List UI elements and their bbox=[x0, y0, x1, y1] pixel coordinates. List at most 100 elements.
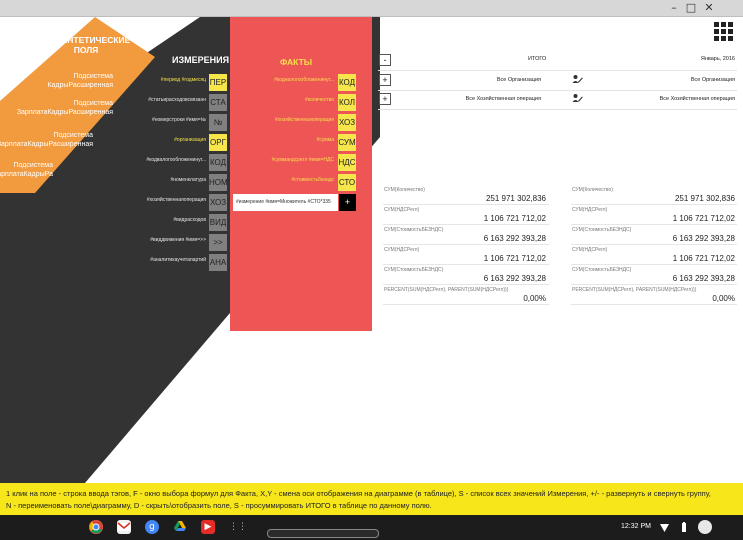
column-label: Январь, 2016 bbox=[700, 56, 735, 62]
dimension-label[interactable]: #виддвижения #имя=>> bbox=[150, 237, 206, 243]
cell-formula-label: PERCENT(SUM(НДСРегл), PARENT(SUM(НДСРегл… bbox=[384, 287, 509, 293]
dimension-tag[interactable]: ПЕР bbox=[209, 74, 227, 91]
cell-divider bbox=[571, 204, 737, 205]
fact-tag[interactable]: КОД bbox=[338, 74, 356, 91]
cell-value[interactable]: 1 106 721 712,02 bbox=[673, 214, 735, 223]
dimension-label[interactable]: #видрасходов bbox=[173, 217, 206, 223]
cell-formula-label: СУМ(Количество) bbox=[572, 187, 613, 193]
dimension-tag[interactable]: НОМ bbox=[209, 174, 228, 191]
fact-label[interactable]: #стоимостьбезндс bbox=[291, 177, 334, 183]
dimension-tag[interactable]: ХОЗ bbox=[209, 194, 227, 211]
add-formula-button[interactable]: + bbox=[339, 194, 356, 211]
dimension-tag[interactable]: ВИД bbox=[209, 214, 227, 231]
minimize-icon[interactable]: – bbox=[666, 1, 682, 15]
cell-divider bbox=[571, 244, 737, 245]
cell-value[interactable]: 251 971 302,836 bbox=[675, 194, 735, 203]
dimension-tag[interactable]: >> bbox=[209, 234, 227, 251]
google-search-icon[interactable]: g bbox=[145, 520, 159, 534]
fact-tag[interactable]: ХОЗ bbox=[338, 114, 356, 131]
youtube-icon[interactable]: ▶ bbox=[201, 520, 215, 534]
dimension-label[interactable]: #хозяйственнаяоперация bbox=[147, 197, 206, 203]
cell-divider bbox=[383, 204, 549, 205]
formula-input[interactable]: #измерение #имя=Множитель #СТО*335 bbox=[233, 194, 338, 211]
battery-icon[interactable] bbox=[682, 522, 686, 532]
dimension-label[interactable]: #номенклатура bbox=[171, 177, 207, 183]
help-bar: 1 клик на поле - строка ввода тэгов, F -… bbox=[0, 483, 743, 515]
expand-button[interactable]: + bbox=[379, 93, 391, 105]
cell-formula-label: PERCENT(SUM(НДСРегл), PARENT(SUM(НДСРегл… bbox=[572, 287, 697, 293]
synthetic-field-item[interactable]: Подсистема КадрыРасширенная bbox=[23, 73, 113, 90]
cell-value[interactable]: 1 106 721 712,02 bbox=[673, 254, 735, 263]
row-label: ИТОГО bbox=[528, 56, 547, 62]
dimension-label[interactable]: #кодвалогообложенинуг... bbox=[146, 157, 206, 163]
fact-label[interactable]: #сумма bbox=[317, 137, 334, 143]
edit-filter-icon[interactable] bbox=[572, 93, 583, 104]
column-label: Все Организация bbox=[690, 77, 735, 83]
wifi-icon[interactable] bbox=[660, 524, 669, 532]
cell-value[interactable]: 6 163 292 393,28 bbox=[484, 234, 546, 243]
avatar[interactable] bbox=[698, 520, 712, 534]
table-row: + Все Хозяйственная операция Все Хозяйст… bbox=[378, 90, 737, 110]
app-canvas: СИНТЕТИЧЕСКИЕ ПОЛЯ Подсистема КадрыРасши… bbox=[0, 17, 743, 483]
cell-value[interactable]: 6 163 292 393,28 bbox=[673, 274, 735, 283]
help-text-line: 1 клик на поле - строка ввода тэгов, F -… bbox=[6, 489, 711, 498]
fact-label[interactable]: #хозяйственнаяоперация bbox=[275, 117, 334, 123]
help-text-line: N - переименовать поле\диаграмму, D - ск… bbox=[6, 501, 432, 510]
cell-formula-label: СУМ(СтоимостьБЕЗНДС) bbox=[384, 267, 444, 273]
synthetic-field-item[interactable]: Подсистема ЗарплатаКадрыРасширенная bbox=[3, 100, 113, 117]
edit-filter-icon[interactable] bbox=[572, 74, 583, 85]
dimension-label[interactable]: #номерстроки #имя=№ bbox=[152, 117, 206, 123]
synthetic-field-item[interactable]: Подсистема ЗарплатаКадрыРасширенная bbox=[0, 132, 93, 149]
dimension-tag[interactable]: № bbox=[209, 114, 227, 131]
cell-divider bbox=[383, 284, 549, 285]
fact-label[interactable]: #суммандсрегл #имя=НДС bbox=[272, 157, 334, 163]
cell-divider bbox=[571, 304, 737, 305]
cell-formula-label: СУМ(НДСРегл) bbox=[572, 207, 608, 213]
dimension-label[interactable]: #организация bbox=[174, 137, 206, 143]
os-taskbar: g ▶ ⋮⋮ 12:32 PM bbox=[0, 515, 743, 540]
shelf-handle[interactable] bbox=[267, 529, 379, 538]
grid-icon[interactable] bbox=[713, 21, 734, 42]
dimension-label[interactable]: #статьирасходовсвязанн bbox=[148, 97, 206, 103]
window-titlebar: – □ ✕ bbox=[0, 0, 743, 17]
cell-value[interactable]: 251 971 302,836 bbox=[486, 194, 546, 203]
cell-value[interactable]: 1 106 721 712,02 bbox=[484, 254, 546, 263]
cell-formula-label: СУМ(НДСРегл) bbox=[384, 247, 420, 253]
fact-tag[interactable]: СУМ bbox=[338, 134, 356, 151]
maximize-icon[interactable]: □ bbox=[683, 1, 699, 15]
chrome-icon[interactable] bbox=[89, 520, 103, 534]
cell-divider bbox=[383, 264, 549, 265]
dimension-tag[interactable]: ОРГ bbox=[209, 134, 227, 151]
fact-tag[interactable]: СТО bbox=[338, 174, 356, 191]
gmail-icon[interactable] bbox=[117, 520, 131, 534]
fact-label[interactable]: #кодналогообложенинуг... bbox=[274, 77, 334, 83]
collapse-button[interactable]: - bbox=[379, 54, 391, 66]
cell-value[interactable]: 1 106 721 712,02 bbox=[484, 214, 546, 223]
expand-button[interactable]: + bbox=[379, 74, 391, 86]
clock[interactable]: 12:32 PM bbox=[621, 523, 651, 530]
dimension-tag[interactable]: СТА bbox=[209, 94, 227, 111]
app-launcher-icon[interactable]: ⋮⋮ bbox=[229, 520, 247, 534]
cell-formula-label: СУМ(НДСРегл) bbox=[572, 247, 608, 253]
cell-value[interactable]: 6 163 292 393,28 bbox=[484, 274, 546, 283]
dimension-tag[interactable]: АНА bbox=[209, 254, 227, 271]
dimension-tag[interactable]: КОД bbox=[209, 154, 227, 171]
row-label: Все Организация bbox=[496, 77, 541, 83]
dimension-label[interactable]: #период #годмесяц bbox=[161, 77, 206, 83]
cell-divider bbox=[383, 244, 549, 245]
dimension-label[interactable]: #аналитикаучетапартий bbox=[150, 257, 206, 263]
close-icon[interactable]: ✕ bbox=[701, 1, 717, 15]
table-row: - ИТОГО Январь, 2016 bbox=[378, 51, 737, 71]
synthetic-fields-title: СИНТЕТИЧЕСКИЕ ПОЛЯ bbox=[55, 35, 131, 55]
cell-formula-label: СУМ(СтоимостьБЕЗНДС) bbox=[384, 227, 444, 233]
drive-icon[interactable] bbox=[173, 520, 187, 534]
cell-value[interactable]: 0,00% bbox=[523, 294, 546, 303]
fact-tag[interactable]: НДС bbox=[338, 154, 356, 171]
cell-divider bbox=[383, 304, 549, 305]
synthetic-field-item[interactable]: Подсистема ЗарплатаКадрыРасширенная bbox=[0, 162, 53, 179]
cell-value[interactable]: 0,00% bbox=[712, 294, 735, 303]
fact-label[interactable]: #количество bbox=[305, 97, 334, 103]
fact-tag[interactable]: КОЛ bbox=[338, 94, 356, 111]
cell-value[interactable]: 6 163 292 393,28 bbox=[673, 234, 735, 243]
cell-formula-label: СУМ(СтоимостьБЕЗНДС) bbox=[572, 227, 632, 233]
